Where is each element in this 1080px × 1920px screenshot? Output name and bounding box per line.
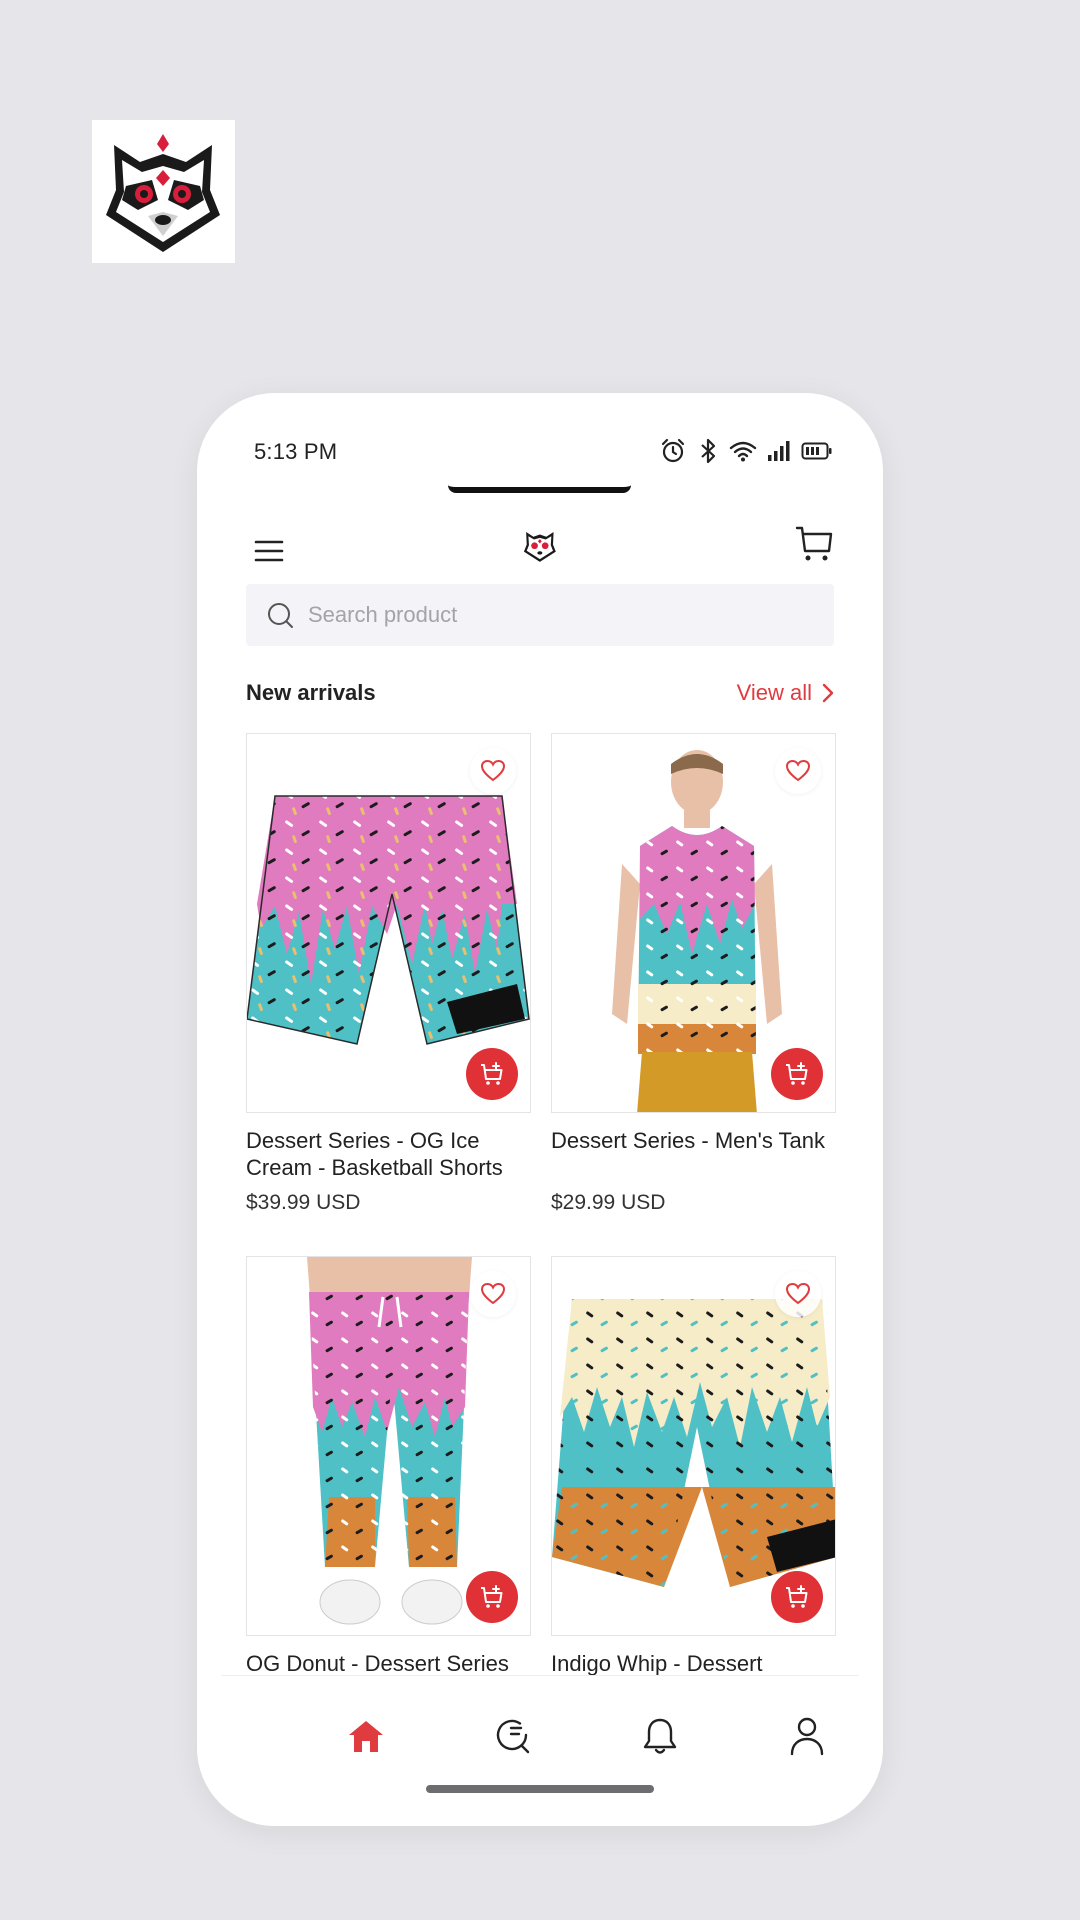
heart-icon [785, 759, 811, 782]
product-card[interactable]: Dessert Series - Men's Tank $29.99 USD [551, 733, 836, 1215]
favorite-button[interactable] [470, 1271, 516, 1317]
add-to-cart-button[interactable] [466, 1571, 518, 1623]
product-price: $39.99 USD [246, 1191, 361, 1214]
heart-icon [785, 1282, 811, 1305]
battery-icon [801, 442, 832, 460]
add-to-cart-button[interactable] [771, 1571, 823, 1623]
product-image[interactable] [551, 733, 836, 1113]
heart-icon [480, 1282, 506, 1305]
search-icon [268, 603, 293, 628]
home-indicator[interactable] [426, 1785, 654, 1793]
alarm-icon [661, 438, 685, 463]
nav-notifications[interactable] [638, 1714, 682, 1758]
status-icons [659, 436, 833, 466]
view-all-link[interactable]: View all [737, 680, 834, 706]
search-input[interactable] [308, 595, 788, 635]
bluetooth-icon [701, 438, 716, 464]
cart-button[interactable] [794, 523, 836, 565]
favorite-button[interactable] [775, 1271, 821, 1317]
favorite-button[interactable] [775, 748, 821, 794]
product-name[interactable]: Dessert Series - Men's Tank [551, 1127, 836, 1181]
product-card[interactable]: OG Donut - Dessert Series [246, 1256, 531, 1676]
hamburger-menu-icon [254, 540, 284, 562]
cart-plus-icon [786, 1585, 808, 1608]
product-name[interactable]: OG Donut - Dessert Series [246, 1650, 531, 1676]
brand-logo [92, 120, 235, 263]
wifi-icon [729, 441, 757, 462]
view-all-label: View all [736, 680, 812, 705]
search-bar[interactable] [246, 584, 834, 646]
nav-search-history[interactable] [491, 1714, 535, 1758]
cart-icon [795, 526, 833, 561]
add-to-cart-button[interactable] [466, 1048, 518, 1100]
product-card[interactable]: Indigo Whip - Dessert [551, 1256, 836, 1676]
add-to-cart-button[interactable] [771, 1048, 823, 1100]
bell-icon [643, 1718, 677, 1754]
product-image[interactable] [246, 733, 531, 1113]
bottom-nav [221, 1675, 859, 1826]
new-arrivals-header: New arrivals View all [246, 675, 834, 711]
heart-icon [480, 759, 506, 782]
menu-button[interactable] [247, 528, 293, 574]
status-bar: 5:13 PM [197, 393, 883, 473]
section-title: New arrivals [246, 680, 376, 705]
product-name[interactable]: Dessert Series - OG Ice Cream - Basketba… [246, 1127, 531, 1181]
chevron-right-icon [822, 683, 834, 703]
home-icon [349, 1721, 383, 1752]
cart-plus-icon [481, 1585, 503, 1608]
product-card[interactable]: Dessert Series - OG Ice Cream - Basketba… [246, 733, 531, 1215]
header-logo[interactable] [520, 525, 560, 565]
phone-frame: 5:13 PM Search product New arrivals View… [197, 393, 883, 1826]
product-price: $29.99 USD [551, 1191, 666, 1214]
product-name[interactable]: Indigo Whip - Dessert [551, 1650, 836, 1676]
favorite-button[interactable] [470, 748, 516, 794]
product-image[interactable] [246, 1256, 531, 1636]
signal-icon [768, 441, 790, 461]
user-icon [790, 1717, 824, 1756]
nav-home[interactable] [344, 1714, 388, 1758]
cart-plus-icon [786, 1062, 808, 1085]
cart-plus-icon [481, 1062, 503, 1085]
nav-profile[interactable] [785, 1714, 829, 1758]
product-grid: Dessert Series - OG Ice Cream - Basketba… [246, 733, 836, 1676]
product-image[interactable] [551, 1256, 836, 1636]
camera-notch [448, 485, 631, 493]
search-history-icon [496, 1719, 530, 1754]
status-time: 5:13 PM [254, 439, 338, 464]
